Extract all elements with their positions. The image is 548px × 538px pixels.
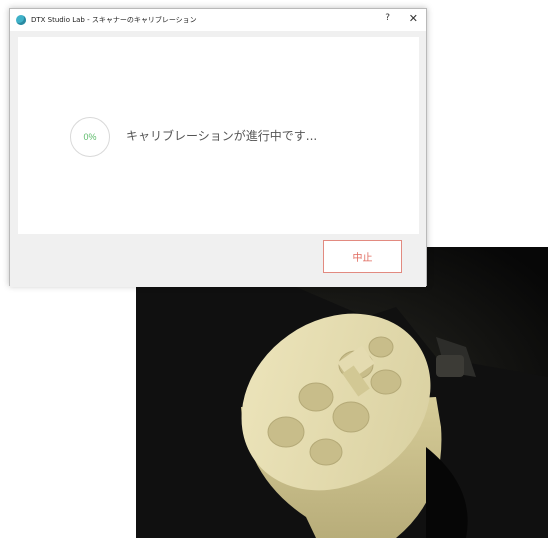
dialog-footer: 中止 bbox=[10, 234, 426, 287]
title-bar: DTX Studio Lab - スキャナーのキャリブレーション ? ✕ bbox=[10, 9, 426, 31]
close-button[interactable]: ✕ bbox=[409, 12, 418, 25]
progress-indicator: 0% bbox=[70, 117, 110, 157]
calibration-plate-image bbox=[136, 247, 548, 538]
app-logo-icon bbox=[16, 15, 26, 25]
scanner-camera-view bbox=[136, 247, 548, 538]
dialog-content: 0% キャリブレーションが進行中です... bbox=[18, 37, 419, 234]
help-button[interactable]: ? bbox=[385, 13, 390, 23]
progress-percent-label: 0% bbox=[83, 132, 97, 142]
calibration-status-text: キャリブレーションが進行中です... bbox=[126, 129, 318, 143]
calibration-dialog: DTX Studio Lab - スキャナーのキャリブレーション ? ✕ 0% … bbox=[9, 8, 427, 287]
abort-button[interactable]: 中止 bbox=[323, 240, 402, 273]
window-title: DTX Studio Lab - スキャナーのキャリブレーション bbox=[31, 16, 197, 24]
